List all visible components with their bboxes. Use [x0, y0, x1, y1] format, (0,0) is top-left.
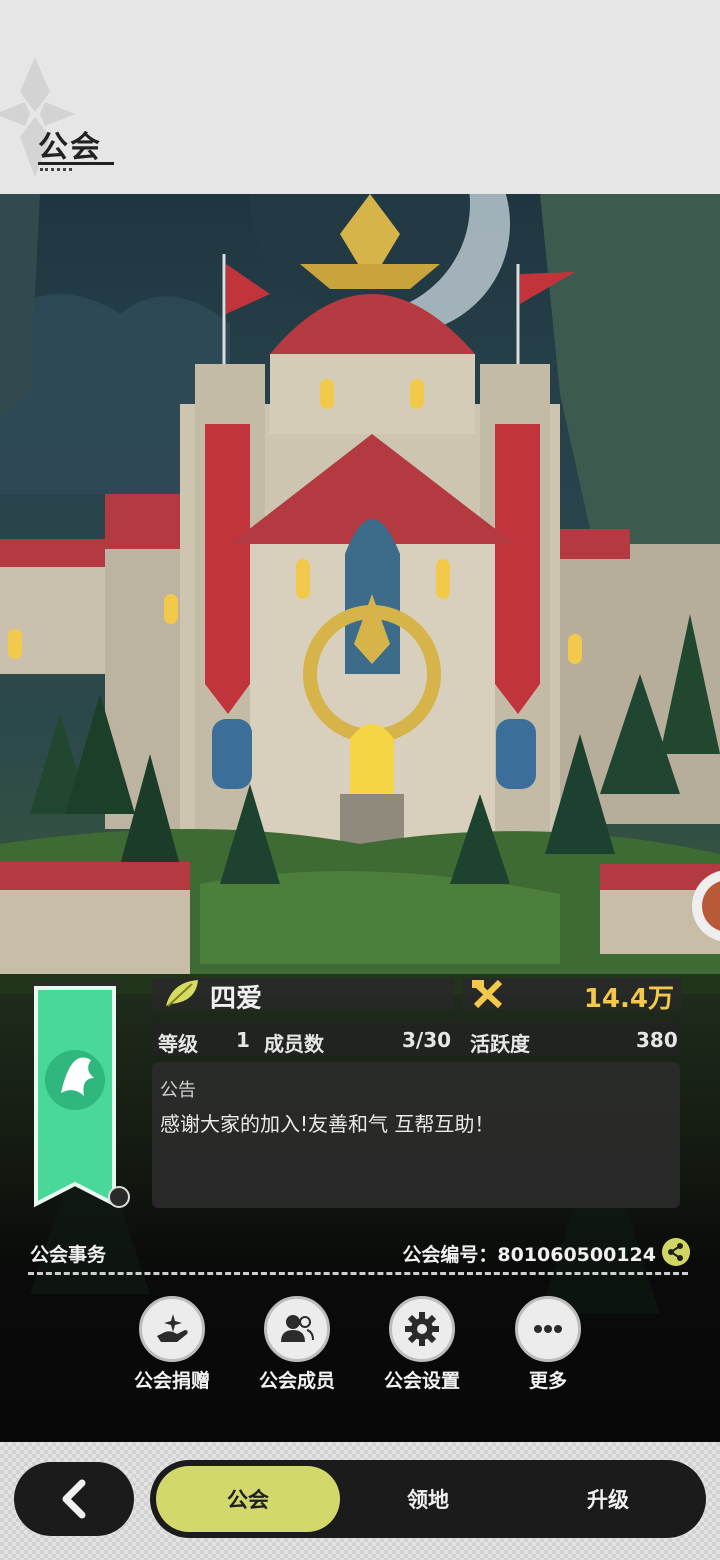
crossed-tools-icon [471, 979, 503, 1009]
divider [28, 1272, 688, 1275]
donate-icon [139, 1296, 205, 1362]
members-value: 3/30 [402, 1028, 452, 1052]
more-icon [515, 1296, 581, 1362]
tab-guild[interactable]: 公会 [156, 1466, 340, 1532]
guild-id: 公会编号：801060500124 [402, 1244, 656, 1266]
members-label: 成员数 [264, 1032, 324, 1056]
tab-territory[interactable]: 领地 [340, 1466, 516, 1532]
share-icon[interactable] [662, 1238, 690, 1266]
guild-affairs-label: 公会事务 [30, 1244, 107, 1266]
back-button[interactable] [14, 1462, 134, 1536]
gear-icon [389, 1296, 455, 1362]
level-value: 1 [236, 1028, 250, 1052]
action-label: 公会捐赠 [133, 1370, 210, 1392]
level-label: 等级 [158, 1032, 198, 1056]
guild-banner[interactable] [26, 978, 124, 1210]
activity-label: 活跃度 [470, 1032, 530, 1056]
tab-upgrade[interactable]: 升级 [518, 1466, 698, 1532]
action-label: 公会设置 [383, 1370, 460, 1392]
more-button[interactable]: 更多 [498, 1296, 598, 1393]
members-icon [264, 1296, 330, 1362]
action-label: 更多 [528, 1370, 567, 1392]
title-underline [38, 162, 114, 165]
notice-label: 公告 [160, 1080, 196, 1101]
notice-text: 感谢大家的加入!友善和气 互帮互助！ [160, 1112, 495, 1136]
guild-name: 四爱 [210, 984, 263, 1014]
members-button[interactable]: 公会成员 [247, 1296, 347, 1393]
page-title: 公会 [38, 130, 102, 165]
leaf-icon [166, 980, 198, 1007]
action-label: 公会成员 [258, 1370, 335, 1392]
top-header: 公会 [0, 0, 720, 194]
activity-value: 380 [636, 1028, 678, 1052]
donate-button[interactable]: 公会捐赠 [122, 1296, 222, 1393]
banner-edit-badge[interactable] [108, 1186, 130, 1208]
guild-power: 14.4万 [583, 984, 674, 1014]
settings-button[interactable]: 公会设置 [372, 1296, 472, 1393]
chevron-left-icon [62, 1479, 86, 1519]
title-dots [40, 168, 72, 171]
